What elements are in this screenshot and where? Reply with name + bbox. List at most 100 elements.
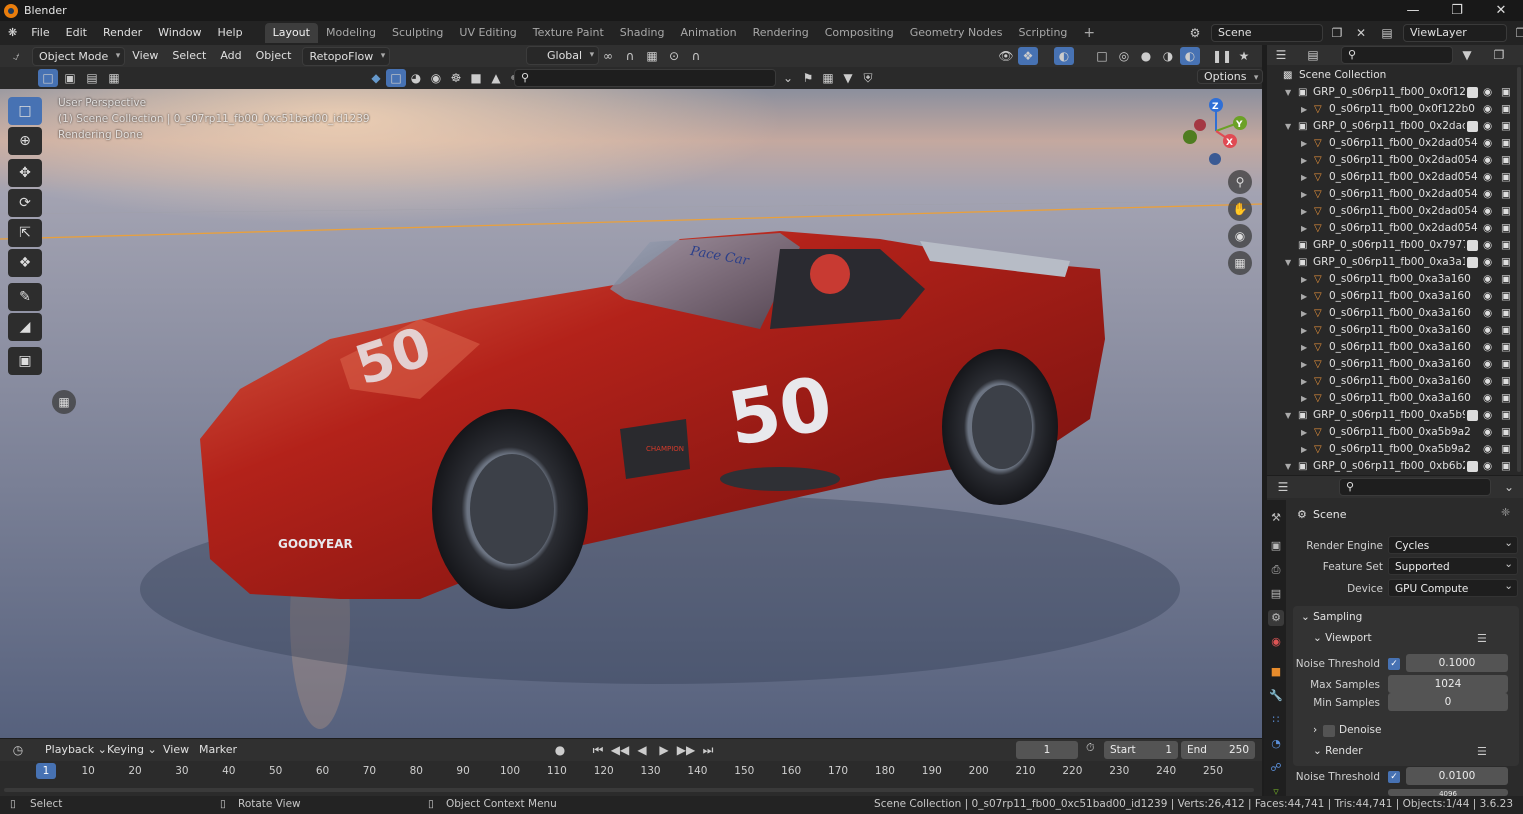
xray-icon[interactable]: □ — [1092, 47, 1112, 65]
eye-icon[interactable]: ◉ — [1483, 237, 1492, 254]
sampling-section[interactable]: ⌄ Sampling — [1301, 611, 1362, 623]
delete-scene-icon[interactable]: ✕ — [1351, 24, 1371, 42]
tab-shading[interactable]: Shading — [612, 23, 673, 43]
exclude-checkbox[interactable] — [1467, 87, 1478, 98]
outliner-mesh-row[interactable]: ▶ ▽ 0_s06rp11_fb00_0x2dad054 ◉ ▣ — [1267, 152, 1523, 169]
denoise-subsection[interactable]: › — [1313, 724, 1317, 736]
outliner-root[interactable]: ▩ Scene Collection — [1267, 67, 1523, 84]
filter-icon[interactable]: ▼ — [838, 69, 858, 87]
collapse-icon[interactable]: ▼ — [1285, 254, 1291, 271]
outliner-filter-icon[interactable]: ▼ — [1457, 46, 1477, 64]
outliner-mesh-row[interactable]: ▶ ▽ 0_s06rp11_fb00_0x0f122b0 ◉ ▣ — [1267, 101, 1523, 118]
outliner-mesh-row[interactable]: ▶ ▽ 0_s06rp11_fb00_0x2dad054 ◉ ▣ — [1267, 135, 1523, 152]
camera-icon[interactable]: ▣ — [1501, 237, 1511, 254]
outliner-group-row[interactable]: ▼ ▣ GRP_0_s06rp11_fb00_0xb6b2b ◉ ▣ — [1267, 458, 1523, 475]
select-extend-icon[interactable]: ▣ — [60, 69, 80, 87]
camera-icon[interactable]: ▣ — [1501, 84, 1511, 101]
solid-shading-icon[interactable]: ● — [1136, 47, 1156, 65]
view-layer-icon[interactable]: ▤ — [1375, 24, 1399, 42]
scene-selector[interactable]: Scene — [1211, 24, 1323, 42]
tab-layout[interactable]: Layout — [264, 23, 318, 43]
minimize-icon[interactable]: — — [1391, 0, 1435, 21]
render-engine-dropdown[interactable]: Cycles — [1388, 536, 1518, 554]
tab-compositing[interactable]: Compositing — [817, 23, 902, 43]
expand-icon[interactable]: ▶ — [1301, 322, 1307, 339]
particles-tab-icon[interactable]: ∷ — [1268, 712, 1284, 728]
menu-timeline-view[interactable]: View — [156, 739, 196, 761]
menu-marker[interactable]: Marker — [192, 739, 244, 761]
retopo-node-icon[interactable]: ◉ — [426, 69, 446, 87]
camera-icon[interactable]: ▣ — [1501, 118, 1511, 135]
mode-dropdown[interactable]: Object Mode — [32, 46, 126, 66]
snap-icon[interactable]: ∩ — [620, 47, 640, 65]
next-keyframe-icon[interactable]: ▶▶ — [676, 741, 696, 759]
end-frame-field[interactable]: End 250 — [1181, 741, 1255, 759]
eye-icon[interactable]: ◉ — [1483, 84, 1492, 101]
camera-icon[interactable]: ▣ — [1501, 169, 1511, 186]
feature-set-dropdown[interactable]: Supported — [1388, 557, 1518, 575]
collapse-icon[interactable]: ▼ — [1285, 84, 1291, 101]
eye-icon[interactable]: ◉ — [1483, 152, 1492, 169]
camera-icon[interactable]: ▣ — [1501, 305, 1511, 322]
menu-object[interactable]: Object — [249, 45, 299, 67]
add-workspace-icon[interactable]: + — [1075, 23, 1103, 43]
outliner-mesh-row[interactable]: ▶ ▽ 0_s06rp11_fb00_0xa3a160 ◉ ▣ — [1267, 271, 1523, 288]
viewport-search-input[interactable]: ⚲ — [514, 69, 776, 87]
play-icon[interactable]: ▶ — [654, 741, 674, 759]
retopo-select-icon[interactable]: □ — [386, 69, 406, 87]
properties-options-icon[interactable]: ⌄ — [1499, 478, 1519, 496]
new-collection-icon[interactable]: ❐ — [1489, 46, 1509, 64]
eye-icon[interactable]: ◉ — [1483, 441, 1492, 458]
outliner-mesh-row[interactable]: ▶ ▽ 0_s06rp11_fb00_0x2dad054 ◉ ▣ — [1267, 220, 1523, 237]
pivot-icon[interactable]: ∞ — [598, 47, 618, 65]
rotate-tool-icon[interactable]: ⟳ — [8, 189, 42, 217]
denoise-checkbox[interactable] — [1323, 725, 1335, 737]
options-dropdown[interactable]: Options — [1197, 69, 1264, 84]
render-subsection[interactable]: ⌄ Render — [1313, 745, 1363, 757]
camera-icon[interactable]: ▣ — [1501, 339, 1511, 356]
eye-icon[interactable]: ◉ — [1483, 373, 1492, 390]
retopo-sphere-icon[interactable]: ◕ — [406, 69, 426, 87]
render-tab-icon[interactable]: ▣ — [1268, 538, 1284, 554]
camera-icon[interactable]: ▣ — [1501, 407, 1511, 424]
visibility-icon[interactable]: 👁 — [996, 47, 1016, 65]
camera-icon[interactable]: ▣ — [1501, 322, 1511, 339]
retopo-globe-icon[interactable]: ☸ — [446, 69, 466, 87]
eye-icon[interactable]: ◉ — [1483, 254, 1492, 271]
expand-icon[interactable]: ▶ — [1301, 305, 1307, 322]
eye-icon[interactable]: ◉ — [1483, 203, 1492, 220]
camera-icon[interactable]: ▣ — [1501, 271, 1511, 288]
shield-icon[interactable]: ⛨ — [858, 69, 878, 87]
outliner-group-row[interactable]: ▣ GRP_0_s06rp11_fb00_0x79778f ◉ ▣ — [1267, 237, 1523, 254]
viewport-noise-threshold-field[interactable]: 0.1000 — [1406, 654, 1508, 672]
menu-add[interactable]: Add — [213, 45, 248, 67]
current-frame-field[interactable]: 1 — [1016, 741, 1078, 759]
expand-icon[interactable]: ▶ — [1301, 356, 1307, 373]
eye-icon[interactable]: ◉ — [1483, 271, 1492, 288]
bookmark-icon[interactable]: ⚑ — [798, 69, 818, 87]
tab-sculpting[interactable]: Sculpting — [384, 23, 451, 43]
tab-animation[interactable]: Animation — [672, 23, 744, 43]
eye-icon[interactable]: ◉ — [1483, 458, 1492, 475]
outliner-mesh-row[interactable]: ▶ ▽ 0_s06rp11_fb00_0x2dad054 ◉ ▣ — [1267, 203, 1523, 220]
proportional-edit-icon[interactable]: ⊙ — [664, 47, 684, 65]
outliner-mesh-row[interactable]: ▶ ▽ 0_s06rp11_fb00_0xa3a160 ◉ ▣ — [1267, 305, 1523, 322]
render-preview-icon[interactable]: ★ — [1234, 47, 1254, 65]
timeline-editor-type-icon[interactable]: ◷ — [8, 741, 28, 759]
move-tool-icon[interactable]: ✥ — [8, 159, 42, 187]
overlay-icon[interactable]: ◐ — [1054, 47, 1074, 65]
rendered-shading-icon[interactable]: ◐ — [1180, 47, 1200, 65]
eye-icon[interactable]: ◉ — [1483, 305, 1492, 322]
outliner-mesh-row[interactable]: ▶ ▽ 0_s06rp11_fb00_0xa3a160 ◉ ▣ — [1267, 322, 1523, 339]
view-layer-selector[interactable]: ViewLayer — [1403, 24, 1507, 42]
camera-icon[interactable]: ▣ — [1501, 390, 1511, 407]
transform-tool-icon[interactable]: ❖ — [8, 249, 42, 277]
pan-hand-icon[interactable]: ✋ — [1228, 197, 1252, 221]
ortho-grid-icon[interactable]: ▦ — [1228, 251, 1252, 275]
outliner-mesh-row[interactable]: ▶ ▽ 0_s06rp11_fb00_0xa3a160 ◉ ▣ — [1267, 390, 1523, 407]
expand-icon[interactable]: ▶ — [1301, 288, 1307, 305]
eye-icon[interactable]: ◉ — [1483, 186, 1492, 203]
3d-viewport[interactable]: 50 50 GOODYEAR CHAMPION Pace Car User Pe… — [0, 89, 1262, 738]
stopwatch-icon[interactable]: ⏱ — [1086, 741, 1095, 755]
properties-editor-type-icon[interactable]: ☰ — [1273, 478, 1293, 496]
